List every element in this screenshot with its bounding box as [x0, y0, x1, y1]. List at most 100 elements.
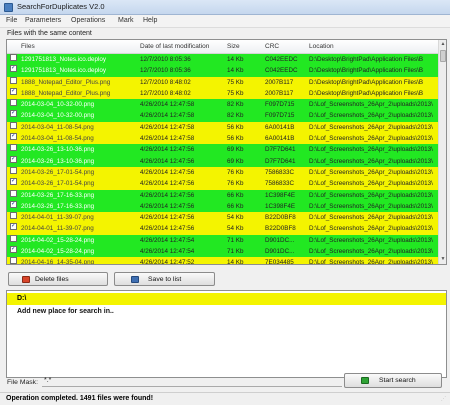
row-checkbox[interactable] — [10, 234, 17, 242]
table-row[interactable]: ✓ 2014-03-04_10-32-00.png 4/26/2014 12:47:… — [7, 110, 440, 122]
row-checkbox[interactable] — [10, 76, 17, 84]
crc-cell: 6A00141B — [265, 135, 295, 143]
duplicates-grid[interactable]: Files Date of last modification Size CRC… — [6, 39, 447, 265]
start-search-button[interactable]: Start search — [344, 373, 442, 388]
table-row[interactable]: 2014-04-02_15-28-24.png 4/26/2014 12:47:5… — [7, 234, 440, 247]
row-checkbox[interactable]: ✓ — [10, 133, 17, 141]
place-item-selected[interactable]: D:\ — [7, 293, 446, 305]
file-name-cell: 2014-03-04_10-32-00.png — [21, 101, 95, 109]
date-cell: 4/26/2014 12:47:56 — [140, 202, 195, 210]
menu-parameters[interactable]: Parameters — [25, 17, 61, 24]
crc-cell: 6A00141B — [265, 123, 295, 131]
size-cell: 14 Kb — [227, 67, 244, 75]
date-cell: 4/26/2014 12:47:58 — [140, 123, 195, 131]
date-cell: 4/26/2014 12:47:56 — [140, 168, 195, 176]
column-header-files[interactable]: Files — [21, 43, 35, 50]
row-checkbox[interactable] — [10, 54, 17, 61]
location-cell: D:\Lof_Screenshots_26Apr_2\uploads\2013\ — [309, 236, 433, 244]
row-checkbox[interactable]: ✓ — [10, 178, 17, 186]
row-checkbox[interactable]: ✓ — [10, 110, 17, 118]
delete-icon — [22, 276, 30, 283]
file-name-cell: 2014-03-04_10-32-00.png — [21, 112, 95, 120]
date-cell: 4/26/2014 12:47:56 — [140, 146, 195, 154]
table-row[interactable]: ✓ 2014-03-04_11-08-54.png 4/26/2014 12:47:… — [7, 133, 440, 145]
size-cell: 66 Kb — [227, 202, 244, 210]
row-checkbox[interactable] — [10, 257, 17, 264]
table-row[interactable]: 2014-03-26_17-01-54.png 4/26/2014 12:47:5… — [7, 166, 440, 179]
file-mask-input[interactable] — [42, 374, 342, 387]
table-row[interactable]: 1291751813_Notes.ico.deploy 12/7/2010 8:0… — [7, 54, 440, 66]
date-cell: 4/26/2014 12:47:58 — [140, 101, 195, 109]
menu-operations[interactable]: Operations — [71, 17, 105, 24]
table-row[interactable]: 2014-03-04_10-32-00.png 4/26/2014 12:47:5… — [7, 99, 440, 111]
size-cell: 71 Kb — [227, 248, 244, 256]
delete-files-button[interactable]: Delete files — [8, 272, 108, 286]
add-place-item[interactable]: Add new place for search in.. — [7, 306, 446, 318]
table-row[interactable]: ✓ 2014-03-26_13-10-36.png 4/26/2014 12:47:… — [7, 155, 440, 167]
row-checkbox[interactable] — [10, 212, 17, 220]
crc-cell: B22D0BF8 — [265, 214, 296, 222]
file-name-cell: 2014-04-02_15-28-24.png — [21, 248, 95, 256]
crc-cell: C042EEDC — [265, 67, 298, 75]
column-header-location[interactable]: Location — [309, 43, 334, 50]
location-cell: D:\Desktop\BrightPad\Application Files\B — [309, 67, 424, 75]
table-row[interactable]: 2014-03-26_17-16-33.png 4/26/2014 12:47:5… — [7, 189, 440, 201]
crc-cell: D7F7D641 — [265, 146, 296, 154]
date-cell: 4/26/2014 12:47:58 — [140, 112, 195, 120]
row-checkbox[interactable] — [10, 121, 17, 129]
row-checkbox[interactable]: ✓ — [10, 155, 17, 163]
search-places-list[interactable]: D:\ Add new place for search in.. — [6, 290, 447, 378]
location-cell: D:\Lof_Screenshots_26Apr_2\uploads\2013\ — [309, 112, 433, 120]
column-header-size[interactable]: Size — [227, 43, 240, 50]
resize-grip-icon[interactable]: ⋰ — [441, 396, 448, 403]
save-to-list-button[interactable]: Save to list — [114, 272, 215, 286]
scroll-thumb[interactable] — [440, 50, 446, 62]
size-cell: 14 Kb — [227, 56, 244, 63]
crc-cell: 7586833C — [265, 180, 295, 188]
file-name-cell: 2014-03-26_13-10-36.png — [21, 157, 95, 165]
scroll-up-icon[interactable]: ▲ — [439, 40, 446, 49]
table-row[interactable]: ✓ 2014-03-26_17-01-54.png 4/26/2014 12:47:… — [7, 178, 440, 190]
table-row[interactable]: 2014-03-04_11-08-54.png 4/26/2014 12:47:5… — [7, 121, 440, 134]
table-row[interactable]: 2014-03-26_13-10-36.png 4/26/2014 12:47:5… — [7, 144, 440, 156]
table-row[interactable]: 1888_Notepad_Editor_Plus.png 12/7/2010 8:… — [7, 76, 440, 88]
menu-mark[interactable]: Mark — [118, 17, 134, 24]
row-checkbox[interactable]: ✓ — [10, 246, 17, 254]
date-cell: 12/7/2010 8:48:02 — [140, 89, 191, 97]
row-checkbox[interactable] — [10, 144, 17, 152]
vertical-scrollbar[interactable]: ▲ ▼ — [438, 40, 446, 264]
date-cell: 4/26/2014 12:47:56 — [140, 214, 195, 222]
location-cell: D:\Lof_Screenshots_26Apr_2\uploads\2013\ — [309, 146, 433, 154]
scroll-down-icon[interactable]: ▼ — [439, 255, 446, 264]
search-icon — [361, 377, 369, 384]
table-row[interactable]: ✓ 1888_Notepad_Editor_Plus.png 12/7/2010 8… — [7, 87, 440, 100]
table-row[interactable]: ✓ 1291751813_Notes.ico.deploy 12/7/2010 8:… — [7, 65, 440, 77]
date-cell: 4/26/2014 12:47:52 — [140, 259, 195, 265]
date-cell: 4/26/2014 12:47:54 — [140, 248, 195, 256]
column-header-date[interactable]: Date of last modification — [140, 43, 209, 50]
file-name-cell: 2014-03-26_17-01-54.png — [21, 168, 95, 176]
table-row[interactable]: ✓ 2014-04-02_15-28-24.png 4/26/2014 12:47:… — [7, 246, 440, 258]
crc-cell: 2007B117 — [265, 89, 294, 97]
column-header-crc[interactable]: CRC — [265, 43, 279, 50]
row-checkbox[interactable]: ✓ — [10, 65, 17, 73]
title-bar: SearchForDuplicates V2.0 — [0, 0, 450, 15]
table-row[interactable]: 2014-04-01_11-39-07.png 4/26/2014 12:47:5… — [7, 212, 440, 224]
menu-file[interactable]: File — [6, 17, 17, 24]
row-checkbox[interactable]: ✓ — [10, 200, 17, 208]
row-checkbox[interactable] — [10, 166, 17, 174]
location-cell: D:\Desktop\BrightPad\Application Files\B — [309, 56, 424, 63]
row-checkbox[interactable] — [10, 189, 17, 197]
date-cell: 12/7/2010 8:05:36 — [140, 56, 191, 63]
row-checkbox[interactable]: ✓ — [10, 87, 17, 95]
table-row[interactable]: 2014-04-16_14-35-04.png 4/26/2014 12:47:5… — [7, 257, 440, 265]
table-row[interactable]: ✓ 2014-03-26_17-16-33.png 4/26/2014 12:47:… — [7, 200, 440, 213]
size-cell: 76 Kb — [227, 168, 244, 176]
menu-help[interactable]: Help — [143, 17, 157, 24]
file-name-cell: 2014-03-26_13-10-36.png — [21, 146, 95, 154]
row-checkbox[interactable]: ✓ — [10, 223, 17, 231]
size-cell: 82 Kb — [227, 112, 244, 120]
row-checkbox[interactable] — [10, 99, 17, 107]
table-row[interactable]: ✓ 2014-04-01_11-39-07.png 4/26/2014 12:47:… — [7, 223, 440, 235]
date-cell: 4/26/2014 12:47:56 — [140, 157, 195, 165]
